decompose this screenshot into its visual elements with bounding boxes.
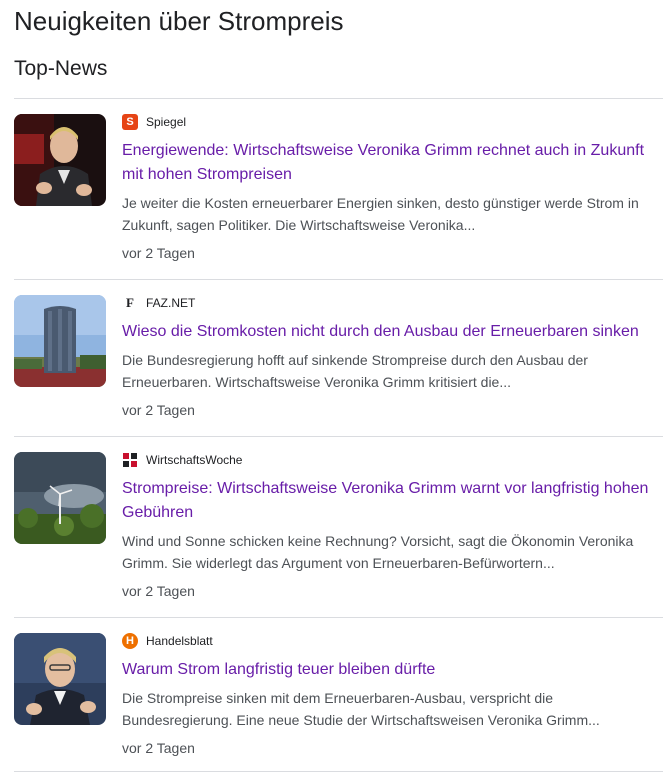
article-thumbnail[interactable] [14, 114, 106, 206]
divider [14, 617, 663, 618]
divider [14, 436, 663, 437]
article-body: H Handelsblatt Warum Strom langfristig t… [122, 633, 649, 758]
article-timestamp: vor 2 Tagen [122, 583, 195, 599]
article-source[interactable]: WirtschaftsWoche [122, 452, 649, 468]
article-snippet: Die Strompreise sinken mit dem Erneuerba… [122, 690, 600, 728]
article-body: S Spiegel Energiewende: Wirtschaftsweise… [122, 114, 649, 263]
article-thumbnail[interactable] [14, 452, 106, 544]
article-body: WirtschaftsWoche Strompreise: Wirtschaft… [122, 452, 649, 601]
news-article[interactable]: F FAZ.NET Wieso die Stromkosten nicht du… [14, 295, 663, 421]
source-name: FAZ.NET [146, 296, 196, 310]
article-headline-link[interactable]: Energiewende: Wirtschaftsweise Veronika … [122, 139, 649, 187]
article-headline-link[interactable]: Wieso die Stromkosten nicht durch den Au… [122, 320, 649, 344]
article-thumbnail[interactable] [14, 295, 106, 387]
spiegel-logo-icon: S [122, 114, 138, 130]
page-title: Neuigkeiten über Strompreis [14, 6, 344, 36]
news-article[interactable]: S Spiegel Energiewende: Wirtschaftsweise… [14, 114, 663, 264]
news-page: Neuigkeiten über Strompreis Top-News S S… [0, 0, 663, 772]
article-source[interactable]: H Handelsblatt [122, 633, 649, 649]
article-timestamp: vor 2 Tagen [122, 740, 195, 756]
article-headline-link[interactable]: Strompreise: Wirtschaftsweise Veronika G… [122, 477, 649, 525]
source-name: WirtschaftsWoche [146, 453, 243, 467]
article-thumbnail[interactable] [14, 633, 106, 725]
article-timestamp: vor 2 Tagen [122, 402, 195, 418]
article-source[interactable]: S Spiegel [122, 114, 649, 130]
news-article[interactable]: WirtschaftsWoche Strompreise: Wirtschaft… [14, 452, 663, 602]
source-name: Handelsblatt [146, 634, 213, 648]
article-snippet: Je weiter die Kosten erneuerbarer Energi… [122, 195, 639, 233]
article-snippet: Wind und Sonne schicken keine Rechnung? … [122, 533, 634, 571]
article-headline-link[interactable]: Warum Strom langfristig teuer bleiben dü… [122, 658, 649, 682]
divider [14, 279, 663, 280]
source-name: Spiegel [146, 115, 187, 129]
article-source[interactable]: F FAZ.NET [122, 295, 649, 311]
divider [14, 98, 663, 99]
wiwo-logo-icon [122, 452, 138, 468]
article-body: F FAZ.NET Wieso die Stromkosten nicht du… [122, 295, 649, 420]
handelsblatt-logo-icon: H [122, 633, 138, 649]
faz-logo-icon: F [122, 295, 138, 311]
article-snippet: Die Bundesregierung hofft auf sinkende S… [122, 352, 588, 390]
section-title: Top-News [14, 57, 108, 80]
article-timestamp: vor 2 Tagen [122, 245, 195, 261]
news-article[interactable]: H Handelsblatt Warum Strom langfristig t… [14, 633, 663, 759]
